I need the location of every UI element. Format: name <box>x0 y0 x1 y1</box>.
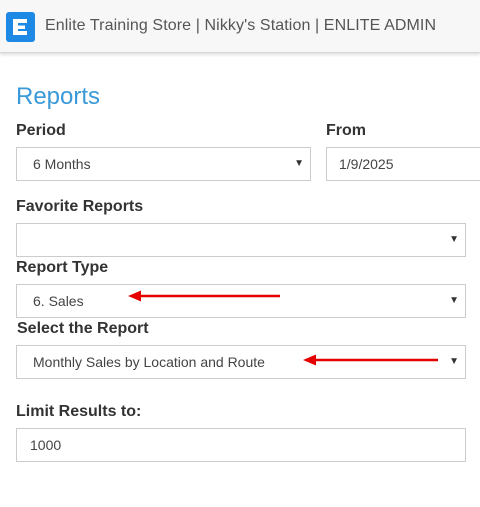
select-report-select[interactable]: Monthly Sales by Location and Route ▼ <box>16 345 466 379</box>
app-title: Enlite Training Store | Nikky's Station … <box>45 17 437 34</box>
chevron-down-icon: ▼ <box>449 234 459 245</box>
report-type-select[interactable]: 6. Sales ▼ <box>16 284 466 318</box>
chevron-down-icon: ▼ <box>294 158 304 169</box>
favorite-reports-label: Favorite Reports <box>16 198 144 215</box>
period-value: 6 Months <box>33 156 91 172</box>
from-date-input[interactable]: 1/9/2025 <box>326 147 480 181</box>
enlite-logo-icon[interactable] <box>6 12 35 42</box>
select-report-label: Select the Report <box>17 320 149 337</box>
limit-results-value: 1000 <box>30 437 62 453</box>
from-date-value: 1/9/2025 <box>339 156 394 172</box>
report-type-label: Report Type <box>16 259 109 276</box>
period-label: Period <box>16 122 66 139</box>
page-title: Reports <box>16 83 101 110</box>
from-label: From <box>326 122 366 139</box>
limit-results-label: Limit Results to: <box>16 403 142 420</box>
limit-results-input[interactable]: 1000 <box>16 428 466 462</box>
select-report-value: Monthly Sales by Location and Route <box>33 354 265 370</box>
chevron-down-icon: ▼ <box>449 295 459 306</box>
period-select[interactable]: 6 Months ▼ <box>16 147 311 181</box>
chevron-down-icon: ▼ <box>449 356 459 367</box>
favorite-reports-select[interactable]: ▼ <box>16 223 466 257</box>
report-type-value: 6. Sales <box>33 293 84 309</box>
top-bar: Enlite Training Store | Nikky's Station … <box>0 0 480 53</box>
